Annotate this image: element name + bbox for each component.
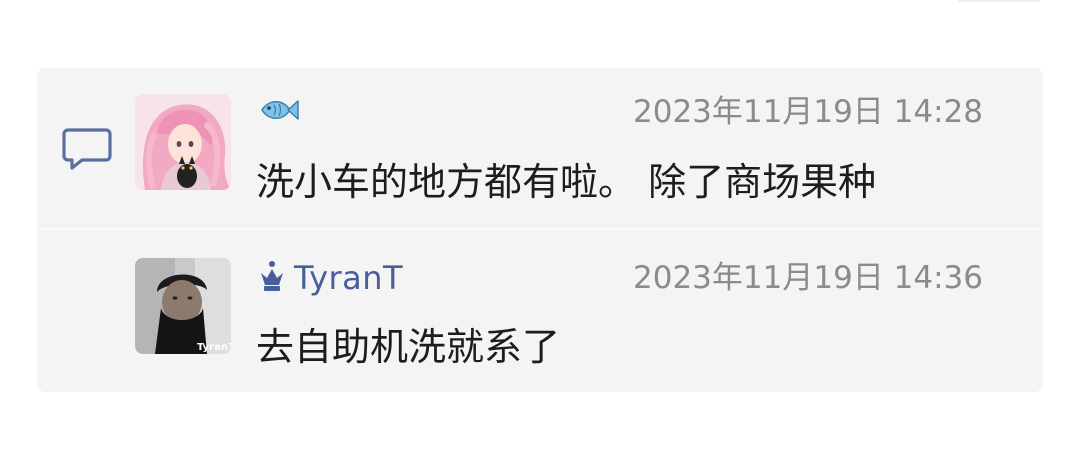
avatar[interactable]: [135, 94, 231, 190]
comment-bubble-icon[interactable]: [62, 126, 112, 172]
comment-timestamp: 2023年11月19日 14:36: [633, 260, 983, 296]
fish-icon: [258, 95, 300, 129]
crown-icon: [258, 259, 286, 297]
comment-text: 去自助机洗就系了: [256, 325, 561, 369]
comment-author[interactable]: TyranT: [258, 258, 403, 298]
avatar-watermark: TyranT: [197, 342, 231, 353]
username[interactable]: TyranT: [294, 259, 403, 297]
comment-divider: [37, 228, 1043, 230]
avatar[interactable]: TyranT: [135, 258, 231, 354]
comments-page: 2023年11月19日 14:28 洗小车的地方都有啦。 除了商场果种 Tyra…: [0, 0, 1080, 475]
comment-text: 洗小车的地方都有啦。 除了商场果种: [256, 160, 877, 204]
comment-author[interactable]: [258, 92, 308, 132]
top-divider: [958, 0, 1040, 2]
comment-timestamp: 2023年11月19日 14:28: [633, 94, 983, 130]
